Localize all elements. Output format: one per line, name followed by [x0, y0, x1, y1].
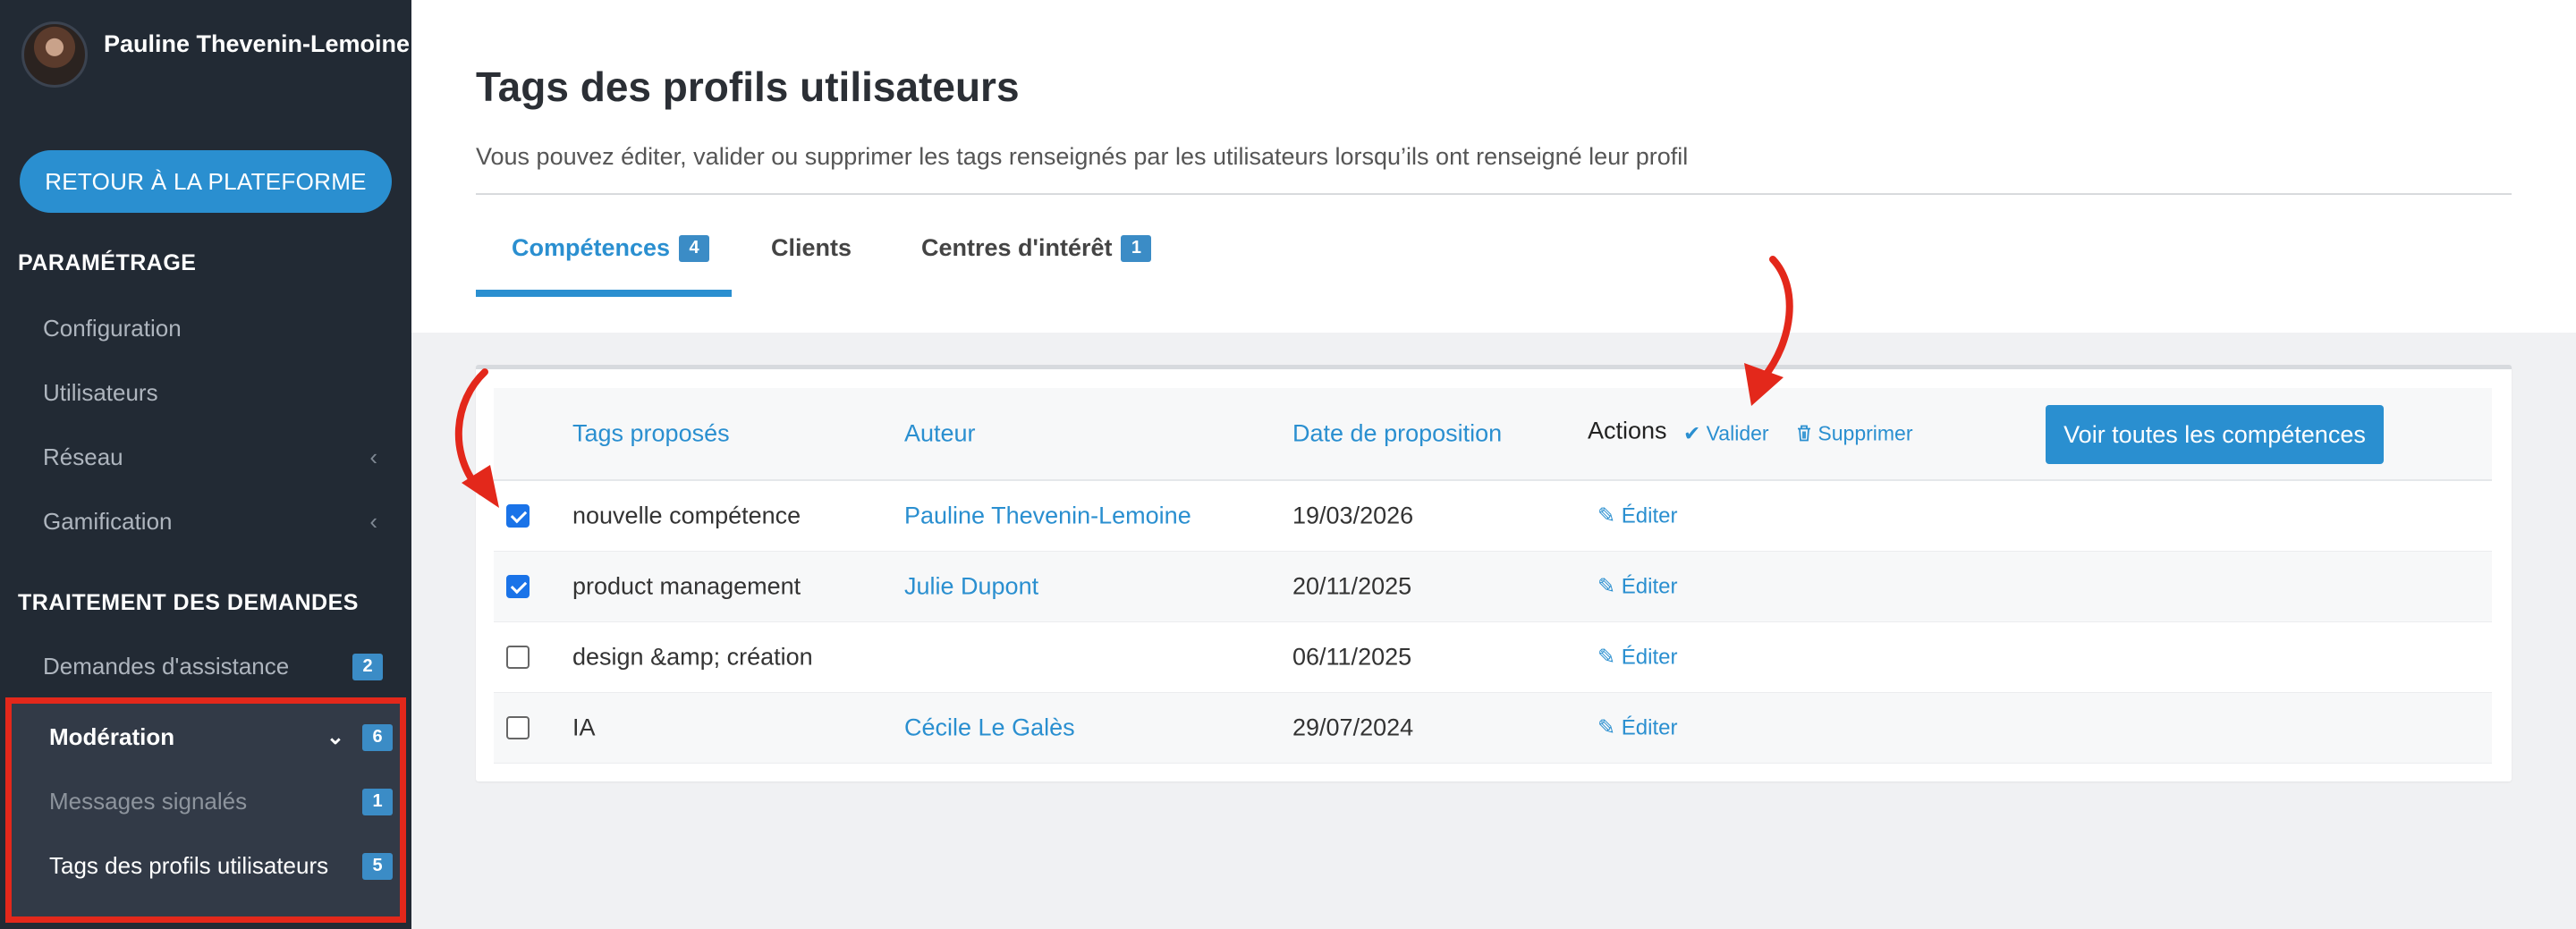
moderation-count-badge: 6: [362, 723, 393, 751]
page-description: Vous pouvez éditer, valider ou supprimer…: [476, 143, 1689, 170]
tab-competences[interactable]: Compétences 4: [512, 234, 710, 262]
column-header-date[interactable]: Date de proposition: [1292, 420, 1502, 448]
divider: [476, 193, 2512, 195]
tab-label: Centres d'intérêt: [921, 234, 1113, 261]
edit-button[interactable]: ✎ Éditer: [1597, 715, 1677, 741]
assistance-count-badge: 2: [352, 653, 383, 680]
edit-label: Éditer: [1621, 574, 1678, 599]
edit-label: Éditer: [1621, 645, 1678, 670]
tag-name: product management: [572, 572, 801, 600]
check-icon: ✔: [1683, 421, 1701, 445]
trash-icon: [1798, 425, 1810, 442]
avatar[interactable]: [21, 21, 88, 88]
sidebar-item-label: Modération: [49, 723, 175, 750]
edit-label: Éditer: [1621, 503, 1678, 528]
actions-label: Actions: [1588, 417, 1667, 444]
proposal-date: 29/07/2024: [1292, 714, 1414, 741]
pencil-icon: ✎: [1597, 715, 1616, 740]
column-header-tags[interactable]: Tags proposés: [572, 420, 730, 448]
profile-tags-count-badge: 5: [362, 852, 393, 880]
table-row: design &amp; création 06/11/2025 ✎ Édite…: [494, 622, 2492, 693]
sidebar-item-profile-tags[interactable]: Tags des profils utilisateurs 5: [49, 852, 393, 880]
edit-button[interactable]: ✎ Éditer: [1597, 503, 1677, 529]
tags-table: Tags proposés Auteur Date de proposition…: [494, 388, 2492, 764]
pencil-icon: ✎: [1597, 574, 1616, 599]
edit-button[interactable]: ✎ Éditer: [1597, 645, 1677, 671]
table-row: nouvelle compétence Pauline Thevenin-Lem…: [494, 481, 2492, 552]
validate-action[interactable]: ✔ Valider: [1683, 422, 1769, 446]
pencil-icon: ✎: [1597, 645, 1616, 670]
page-title: Tags des profils utilisateurs: [476, 63, 1020, 110]
sidebar-item-moderation[interactable]: Modération ⌄ 6: [49, 723, 393, 751]
sidebar-item-label: Messages signalés: [49, 788, 248, 815]
delete-action[interactable]: Supprimer: [1796, 422, 1913, 446]
tag-name: design &amp; création: [572, 643, 813, 671]
edit-label: Éditer: [1621, 715, 1678, 740]
back-to-platform-button[interactable]: RETOUR À LA PLATEFORME: [20, 150, 392, 213]
proposal-date: 20/11/2025: [1292, 572, 1412, 600]
author-link[interactable]: Cécile Le Galès: [904, 714, 1075, 742]
tab-interests[interactable]: Centres d'intérêt 1: [921, 234, 1152, 262]
tab-label: Compétences: [512, 234, 671, 261]
proposal-date: 19/03/2026: [1292, 502, 1414, 529]
row-checkbox[interactable]: [506, 646, 530, 669]
chevron-down-icon: ⌄: [326, 725, 344, 749]
section-title-requests: TRAITEMENT DES DEMANDES: [18, 590, 359, 615]
sidebar-item-configuration[interactable]: Configuration: [43, 315, 383, 342]
active-tab-indicator: [476, 290, 732, 297]
sidebar-item-reported-messages[interactable]: Messages signalés 1: [49, 788, 393, 815]
sidebar-item-assistance[interactable]: Demandes d'assistance 2: [43, 653, 383, 680]
sidebar-item-label: Gamification: [43, 508, 173, 535]
table-header: Tags proposés Auteur Date de proposition…: [494, 388, 2492, 481]
tab-label: Clients: [771, 234, 852, 261]
sidebar-item-label: Réseau: [43, 443, 123, 470]
see-all-competences-button[interactable]: Voir toutes les compétences: [2046, 405, 2384, 464]
delete-label: Supprimer: [1818, 421, 1913, 445]
row-checkbox[interactable]: [506, 504, 530, 528]
sidebar-item-gamification[interactable]: Gamification ‹: [43, 508, 383, 536]
sidebar-item-label: Tags des profils utilisateurs: [49, 852, 329, 879]
row-checkbox[interactable]: [506, 575, 530, 598]
sidebar-item-label: Configuration: [43, 315, 182, 342]
sidebar: Pauline Thevenin-Lemoine RETOUR À LA PLA…: [0, 0, 411, 929]
table-row: product management Julie Dupont 20/11/20…: [494, 552, 2492, 622]
sidebar-item-label: Demandes d'assistance: [43, 653, 290, 680]
edit-button[interactable]: ✎ Éditer: [1597, 574, 1677, 600]
tab-count-badge: 4: [679, 234, 710, 262]
reported-messages-count-badge: 1: [362, 788, 393, 815]
moderation-section-highlight: Modération ⌄ 6 Messages signalés 1 Tags …: [5, 697, 406, 923]
user-profile[interactable]: [21, 21, 88, 88]
tab-count-badge: 1: [1121, 234, 1152, 262]
validate-label: Valider: [1706, 421, 1769, 445]
section-title-settings: PARAMÉTRAGE: [18, 250, 197, 275]
sidebar-item-users[interactable]: Utilisateurs: [43, 379, 383, 407]
column-header-author[interactable]: Auteur: [904, 420, 976, 448]
user-name[interactable]: Pauline Thevenin-Lemoine: [104, 30, 410, 58]
author-link[interactable]: Julie Dupont: [904, 573, 1038, 601]
pencil-icon: ✎: [1597, 503, 1616, 528]
row-checkbox[interactable]: [506, 716, 530, 739]
tag-name: IA: [572, 714, 596, 741]
table-row: IA Cécile Le Galès 29/07/2024 ✎ Éditer: [494, 693, 2492, 764]
tab-clients[interactable]: Clients: [771, 234, 852, 262]
author-link[interactable]: Pauline Thevenin-Lemoine: [904, 503, 1191, 530]
sidebar-item-network[interactable]: Réseau ‹: [43, 443, 383, 471]
proposal-date: 06/11/2025: [1292, 643, 1412, 671]
sidebar-item-label: Utilisateurs: [43, 379, 158, 406]
chevron-left-icon: ‹: [369, 508, 377, 535]
tag-name: nouvelle compétence: [572, 502, 801, 529]
chevron-left-icon: ‹: [369, 443, 377, 470]
